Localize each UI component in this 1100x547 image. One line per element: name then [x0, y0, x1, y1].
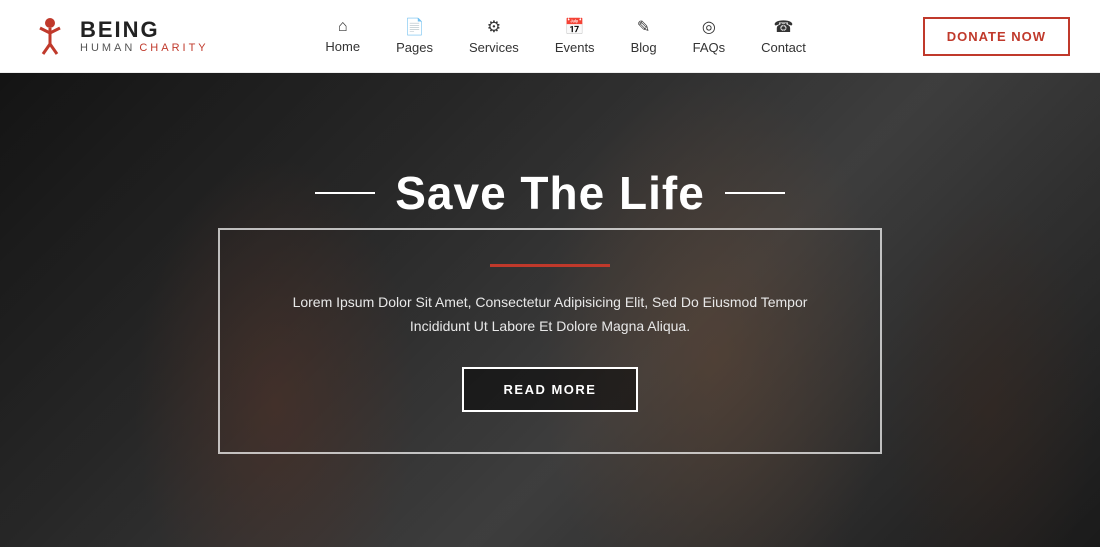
read-more-button[interactable]: READ MORE — [462, 367, 639, 412]
logo-icon — [30, 16, 70, 56]
nav-item-pages[interactable]: 📄 Pages — [378, 17, 451, 55]
services-icon: ⚙ — [487, 17, 501, 37]
pages-icon: 📄 — [405, 17, 425, 37]
logo-human: HUMAN — [80, 42, 135, 54]
events-icon: 📅 — [565, 17, 585, 37]
hero-red-line — [490, 264, 610, 267]
nav-label-pages: Pages — [396, 40, 433, 55]
nav-item-events[interactable]: 📅 Events — [537, 17, 613, 55]
nav-item-blog[interactable]: ✎ Blog — [613, 17, 675, 55]
nav-label-home: Home — [325, 39, 360, 54]
hero-title-wrap: Save The Life — [315, 166, 785, 220]
nav-label-faqs: FAQs — [693, 40, 726, 55]
hero-title: Save The Life — [395, 166, 705, 220]
hero-box: Lorem Ipsum Dolor Sit Amet, Consectetur … — [218, 228, 882, 454]
nav-label-blog: Blog — [631, 40, 657, 55]
logo-being: BEING — [80, 18, 209, 42]
hero-line-left — [315, 192, 375, 194]
hero-line-right — [725, 192, 785, 194]
nav-label-events: Events — [555, 40, 595, 55]
nav-label-contact: Contact — [761, 40, 806, 55]
nav-item-services[interactable]: ⚙ Services — [451, 17, 537, 55]
contact-icon: ☎ — [774, 17, 794, 37]
donate-button[interactable]: DONATE NOW — [923, 17, 1070, 56]
hero-content: Save The Life Lorem Ipsum Dolor Sit Amet… — [0, 73, 1100, 547]
logo-charity: CHARITY — [139, 42, 208, 54]
logo-text: BEING HUMAN CHARITY — [80, 18, 209, 54]
nav-item-home[interactable]: ⌂ Home — [307, 18, 378, 54]
faqs-icon: ◎ — [702, 17, 716, 37]
nav-item-faqs[interactable]: ◎ FAQs — [675, 17, 744, 55]
blog-icon: ✎ — [637, 17, 650, 37]
nav-label-services: Services — [469, 40, 519, 55]
hero-section: Save The Life Lorem Ipsum Dolor Sit Amet… — [0, 73, 1100, 547]
hero-description: Lorem Ipsum Dolor Sit Amet, Consectetur … — [280, 291, 820, 339]
nav-links: ⌂ Home 📄 Pages ⚙ Services 📅 Events ✎ Blo… — [307, 17, 824, 55]
navbar: BEING HUMAN CHARITY ⌂ Home 📄 Pages ⚙ Ser… — [0, 0, 1100, 73]
nav-item-contact[interactable]: ☎ Contact — [743, 17, 824, 55]
logo[interactable]: BEING HUMAN CHARITY — [30, 16, 209, 56]
home-icon: ⌂ — [338, 18, 348, 36]
